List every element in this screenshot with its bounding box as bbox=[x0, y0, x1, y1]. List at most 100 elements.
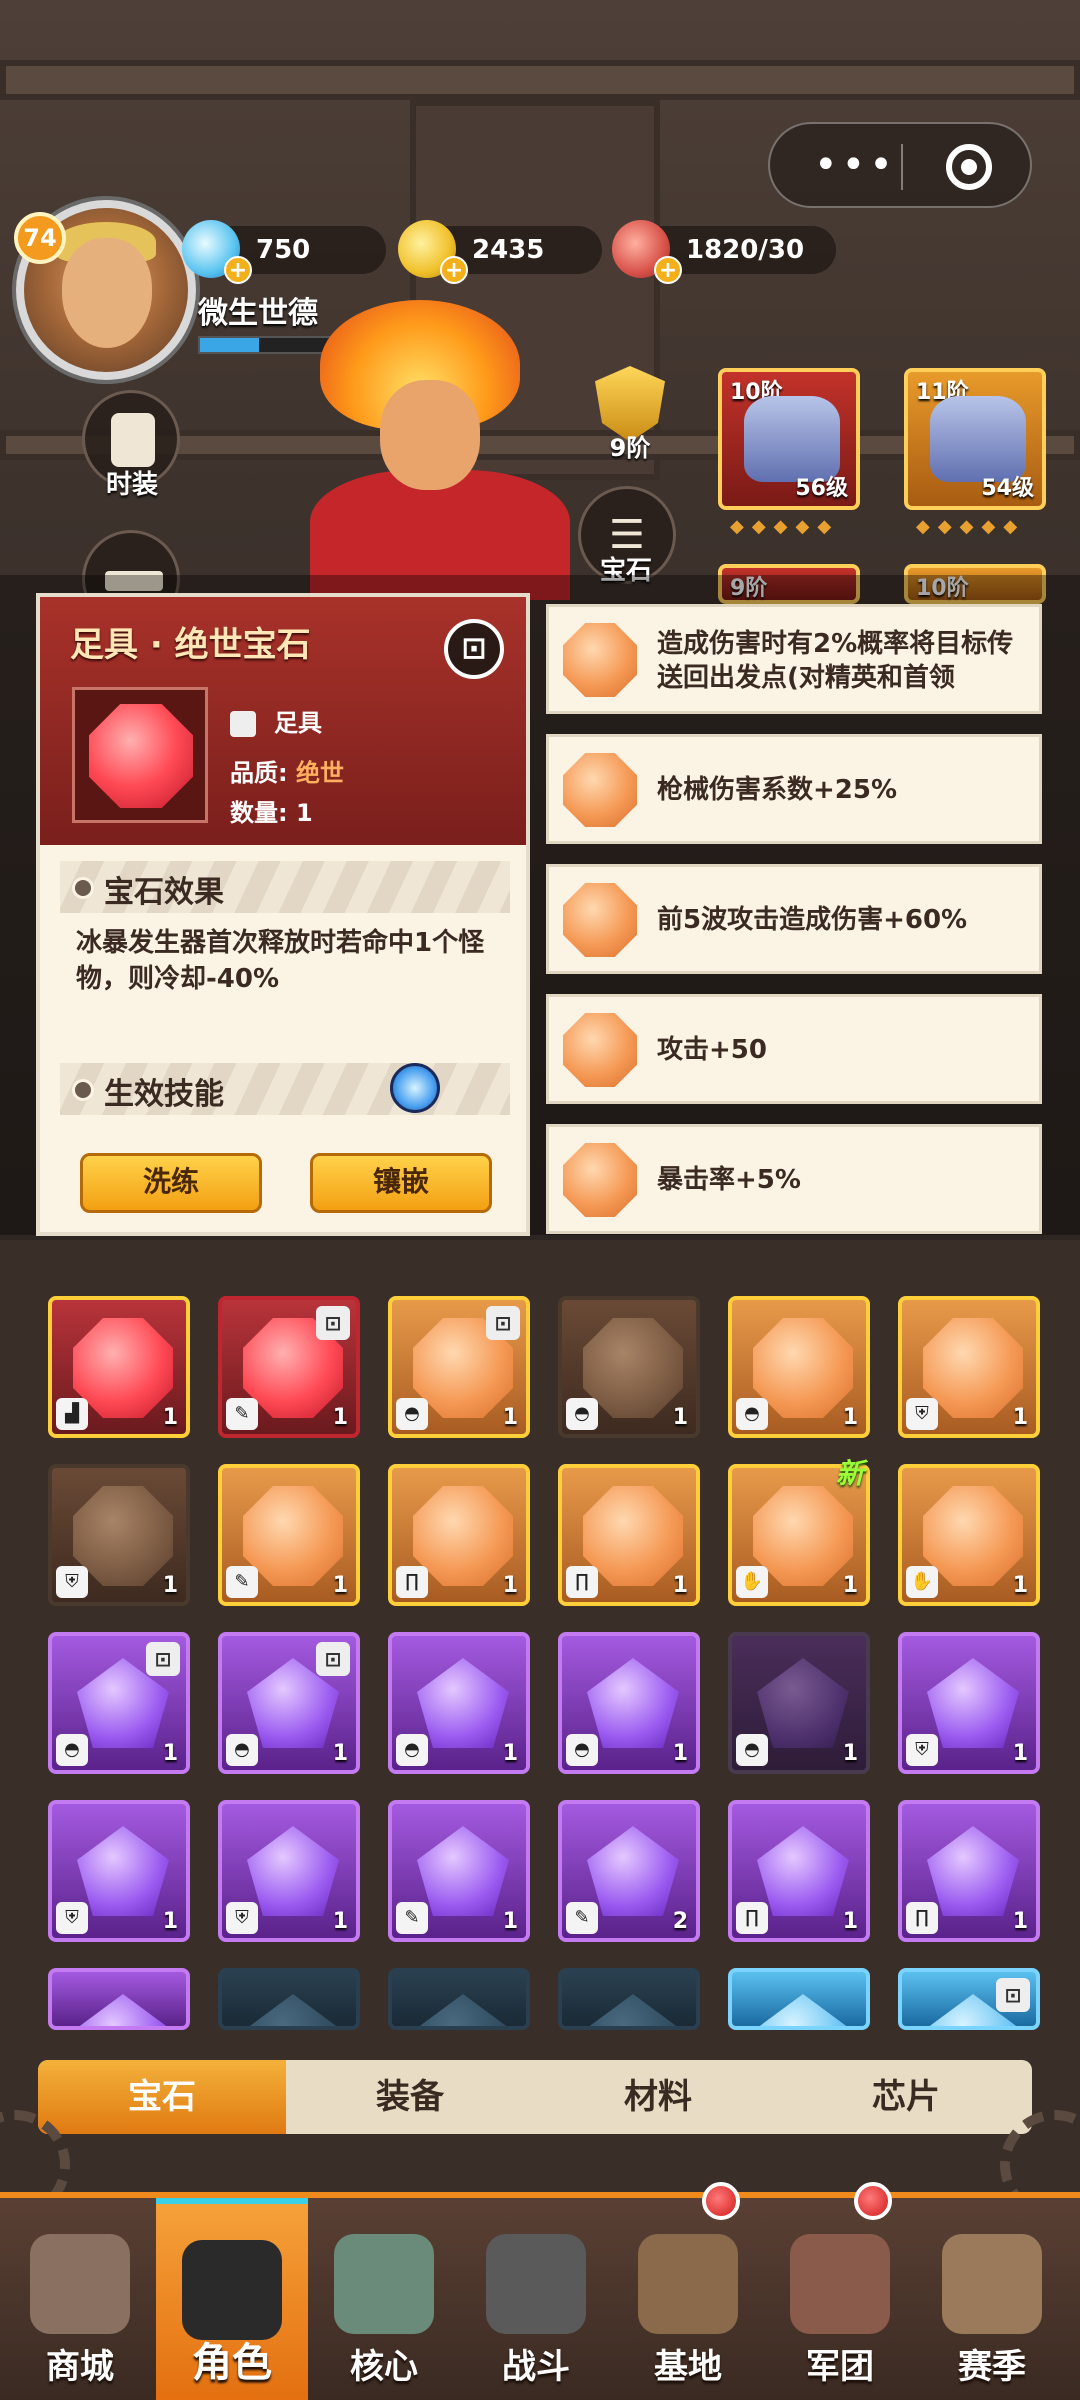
gem-count: 1 bbox=[672, 1405, 688, 1430]
battle-guns-icon bbox=[486, 2234, 586, 2334]
gem-slot[interactable]: ⛨ 1 bbox=[898, 1296, 1040, 1438]
gem-count: 1 bbox=[502, 1405, 518, 1430]
gem-slot[interactable] bbox=[388, 1968, 530, 2030]
helmet-icon: ◓ bbox=[736, 1398, 768, 1430]
stat-text: 造成伤害时有2%概率将目标传送回出发点(对精英和首领 bbox=[657, 629, 1014, 693]
ice-skill-icon[interactable] bbox=[390, 1063, 440, 1113]
avatar-face bbox=[62, 238, 152, 348]
gem-count: 1 bbox=[1012, 1573, 1028, 1598]
gem-slot[interactable] bbox=[48, 1968, 190, 2030]
lock-icon: ⊡ bbox=[316, 1642, 350, 1676]
gem-slot[interactable]: ⛨ 1 bbox=[898, 1632, 1040, 1774]
equipment-star-pips: ◆◆◆◆◆ bbox=[730, 516, 840, 537]
target-close-icon[interactable] bbox=[946, 144, 992, 190]
gem-slot[interactable]: ◓ 1 ⊡ bbox=[48, 1632, 190, 1774]
gem-stat-item: 前5波攻击造成伤害+60% bbox=[546, 864, 1042, 974]
equipment-slot[interactable]: 10阶 56级 bbox=[718, 368, 860, 510]
category-tab-bar: 宝石 装备 材料 芯片 bbox=[38, 2060, 1032, 2134]
gem-slot[interactable]: ◓ 1 bbox=[558, 1296, 700, 1438]
gem-slot[interactable]: ⛨ 1 bbox=[48, 1464, 190, 1606]
gem-slot[interactable]: ◓ 1 bbox=[388, 1632, 530, 1774]
bottom-navigation: 商城 角色 核心 战斗 基地 军团 赛季 bbox=[0, 2182, 1080, 2400]
orange-gem-icon bbox=[583, 1486, 683, 1586]
gem-count: 2 bbox=[672, 1909, 688, 1934]
gem-slot[interactable]: ▟ 1 bbox=[48, 1296, 190, 1438]
wash-button[interactable]: 洗练 bbox=[80, 1153, 262, 1213]
equipment-slot[interactable]: 11阶 54级 bbox=[904, 368, 1046, 510]
gem-slot[interactable]: ◓ 1 bbox=[728, 1296, 870, 1438]
pants-icon: ∏ bbox=[736, 1902, 768, 1934]
tab-equipment[interactable]: 装备 bbox=[286, 2060, 534, 2134]
armor-icon: ⛨ bbox=[906, 1734, 938, 1766]
orange-gem-icon bbox=[563, 883, 637, 957]
gem-slot[interactable]: ◓ 1 bbox=[728, 1632, 870, 1774]
stat-text: 枪械伤害系数+25% bbox=[657, 775, 898, 805]
gem-slot[interactable]: ✎ 1 bbox=[388, 1800, 530, 1942]
purple-gem-icon bbox=[247, 1826, 339, 1916]
gem-count: 1 bbox=[1012, 1741, 1028, 1766]
lock-icon: ⊡ bbox=[996, 1978, 1030, 2012]
hero-head bbox=[380, 380, 480, 490]
skill-section-header: 生效技能 bbox=[60, 1063, 510, 1115]
plus-icon[interactable]: + bbox=[654, 256, 682, 284]
gem-slot[interactable] bbox=[218, 1968, 360, 2030]
gem-slot[interactable]: ⛨ 1 bbox=[48, 1800, 190, 1942]
quality-row: 品质: 绝世 bbox=[230, 753, 344, 788]
hand-icon: ✋ bbox=[736, 1566, 768, 1598]
gem-slot[interactable]: ✋ 1 bbox=[898, 1464, 1040, 1606]
tab-chips[interactable]: 芯片 bbox=[782, 2060, 1030, 2134]
section-bullet-icon bbox=[72, 1079, 94, 1101]
nav-item[interactable]: 商城 bbox=[4, 2198, 156, 2400]
gem-slot[interactable]: ∏ 1 bbox=[558, 1464, 700, 1606]
gem-slot[interactable]: ✎ 2 bbox=[558, 1800, 700, 1942]
gem-slot[interactable]: ◓ 1 ⊡ bbox=[388, 1296, 530, 1438]
armor-icon: ⛨ bbox=[56, 1566, 88, 1598]
resource-gold[interactable]: + 2435 bbox=[398, 220, 602, 284]
nav-item[interactable]: 赛季 bbox=[916, 2198, 1068, 2400]
nav-item[interactable]: 军团 bbox=[764, 2182, 916, 2400]
gem-count: 1 bbox=[502, 1909, 518, 1934]
helmet-icon: ◓ bbox=[566, 1398, 598, 1430]
inlay-button[interactable]: 镶嵌 bbox=[310, 1153, 492, 1213]
resource-stamina[interactable]: + 1820/30 bbox=[612, 220, 836, 284]
more-dots-icon[interactable]: ••• bbox=[814, 142, 897, 188]
gem-slot[interactable]: ∏ 1 bbox=[388, 1464, 530, 1606]
gem-stat-item: 枪械伤害系数+25% bbox=[546, 734, 1042, 844]
lock-icon: ⊡ bbox=[146, 1642, 180, 1676]
tab-gem[interactable]: 宝石 bbox=[38, 2060, 286, 2134]
nav-item[interactable]: 角色 bbox=[156, 2198, 308, 2400]
gem-slot[interactable]: ✎ 1 ⊡ bbox=[218, 1296, 360, 1438]
gem-slot[interactable]: ⊡ bbox=[898, 1968, 1040, 2030]
gem-icon-frame bbox=[72, 687, 208, 823]
gem-slot[interactable]: ◓ 1 ⊡ bbox=[218, 1632, 360, 1774]
list-icon: ☰ bbox=[609, 512, 645, 558]
pants-icon: ∏ bbox=[566, 1566, 598, 1598]
stamina-value: 1820/30 bbox=[686, 235, 805, 265]
hand-icon: ✋ bbox=[906, 1566, 938, 1598]
plus-icon[interactable]: + bbox=[224, 256, 252, 284]
gem-slot[interactable]: ◓ 1 bbox=[558, 1632, 700, 1774]
effect-heading: 宝石效果 bbox=[104, 875, 224, 910]
nav-label: 基地 bbox=[654, 2347, 722, 2387]
gem-slot[interactable]: ∏ 1 bbox=[898, 1800, 1040, 1942]
nav-label: 角色 bbox=[192, 2340, 272, 2386]
gem-slot[interactable]: ✎ 1 bbox=[218, 1464, 360, 1606]
gem-slot[interactable] bbox=[558, 1968, 700, 2030]
nav-label: 核心 bbox=[350, 2347, 418, 2387]
plus-icon[interactable]: + bbox=[440, 256, 468, 284]
gem-slot[interactable] bbox=[728, 1968, 870, 2030]
gem-slot[interactable]: ⛨ 1 bbox=[218, 1800, 360, 1942]
lock-icon: ⊡ bbox=[316, 1306, 350, 1340]
nav-item[interactable]: 基地 bbox=[612, 2182, 764, 2400]
gem-slot[interactable]: ∏ 1 bbox=[728, 1800, 870, 1942]
nav-item[interactable]: 战斗 bbox=[460, 2198, 612, 2400]
helmet-icon: ◓ bbox=[56, 1734, 88, 1766]
pants-icon: ∏ bbox=[396, 1566, 428, 1598]
resource-diamond[interactable]: + 750 bbox=[182, 220, 386, 284]
helmet-icon: ◓ bbox=[226, 1734, 258, 1766]
nav-item[interactable]: 核心 bbox=[308, 2198, 460, 2400]
gem-stat-item: 造成伤害时有2%概率将目标传送回出发点(对精英和首领 bbox=[546, 604, 1042, 714]
lock-icon[interactable]: ⊡ bbox=[444, 619, 504, 679]
tab-materials[interactable]: 材料 bbox=[534, 2060, 782, 2134]
blue-gem-icon bbox=[587, 1994, 679, 2026]
